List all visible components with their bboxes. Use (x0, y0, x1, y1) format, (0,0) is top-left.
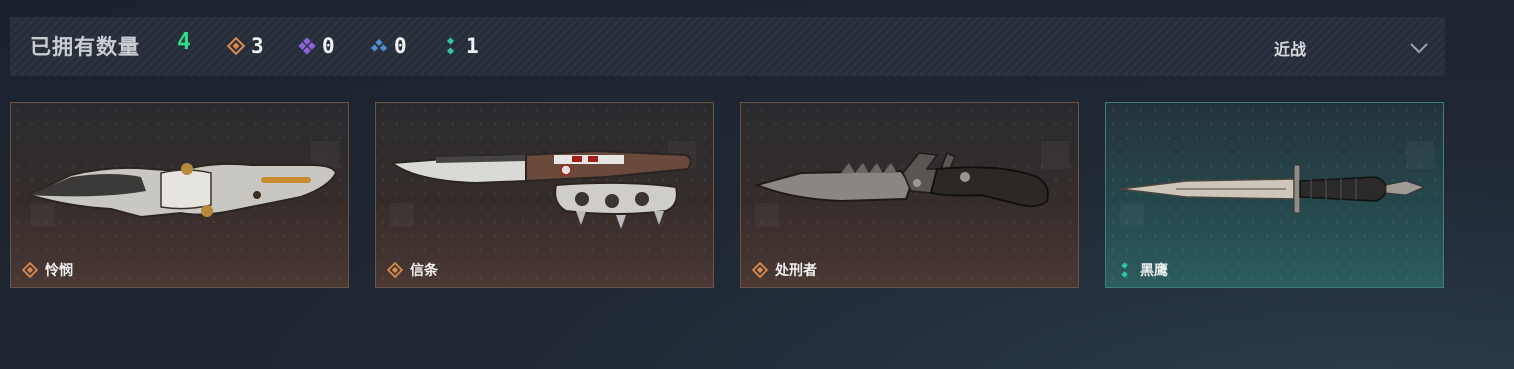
rarity-count-value: 0 (394, 34, 407, 58)
green-dots-icon (1117, 262, 1133, 278)
weapon-category-dropdown[interactable]: 近战 (1262, 17, 1437, 76)
card-label: 处刑者 (751, 260, 817, 280)
knife-image (1119, 164, 1426, 214)
owned-count-label: 已拥有数量 (30, 35, 140, 59)
orange-diamond-icon (21, 261, 39, 279)
rarity-count-green: 1 (442, 32, 479, 60)
owned-count-value: 4 (177, 29, 191, 55)
knife-image (389, 149, 692, 229)
rarity-count-value: 3 (251, 34, 264, 58)
weapon-name: 怜悯 (45, 263, 73, 279)
card-label: 信条 (386, 260, 438, 280)
chevron-down-icon (1409, 39, 1429, 58)
rarity-count-purple: 0 (298, 32, 335, 60)
weapon-name: 信条 (410, 263, 438, 279)
orange-diamond-icon (751, 261, 769, 279)
weapon-name: 黑鹰 (1140, 263, 1168, 279)
weapon-card[interactable]: 怜悯 (10, 102, 349, 288)
green-dots-icon (442, 37, 460, 55)
card-label: 黑鹰 (1117, 260, 1168, 280)
purple-diamond-icon (298, 37, 316, 55)
knife-image (26, 162, 338, 219)
dropdown-selected-value: 近战 (1274, 40, 1307, 59)
rarity-count-value: 1 (466, 34, 479, 58)
inventory-header-bar: 已拥有数量 4 3 0 0 1 近战 (10, 17, 1445, 76)
weapon-card[interactable]: 处刑者 (740, 102, 1079, 288)
weapon-card[interactable]: 信条 (375, 102, 714, 288)
knife-image (753, 151, 1049, 208)
orange-diamond-icon (386, 261, 404, 279)
weapon-name: 处刑者 (775, 263, 817, 279)
card-label: 怜悯 (21, 260, 73, 280)
blue-diamond-icon (370, 37, 388, 55)
rarity-count-value: 0 (322, 34, 335, 58)
weapon-card[interactable]: 黑鹰 (1105, 102, 1444, 288)
orange-diamond-icon (226, 36, 246, 56)
rarity-count-orange: 3 (226, 32, 264, 60)
rarity-count-blue: 0 (370, 32, 407, 60)
